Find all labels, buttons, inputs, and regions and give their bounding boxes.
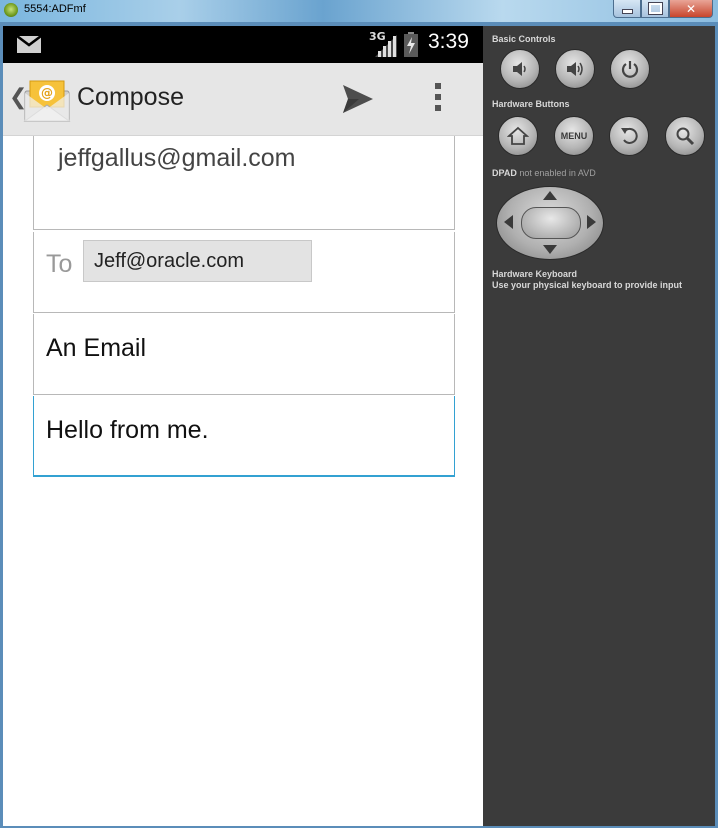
subject-text: An Email <box>46 334 147 362</box>
home-button[interactable] <box>498 116 538 156</box>
search-icon <box>676 127 695 146</box>
to-label: To <box>46 250 73 278</box>
battery-icon <box>404 32 418 57</box>
menu-button[interactable]: MENU <box>554 116 594 156</box>
dpad-center-button[interactable] <box>521 207 581 239</box>
volume-up-button[interactable] <box>555 49 595 89</box>
dpad-label: DPAD <box>492 168 517 178</box>
dpad-up-icon[interactable] <box>543 191 557 200</box>
dpad-title: DPAD not enabled in AVD <box>492 168 596 178</box>
android-app-icon <box>4 3 18 17</box>
dpad-right-icon[interactable] <box>587 215 596 229</box>
subject-field[interactable]: An Email <box>33 314 455 395</box>
back-button[interactable] <box>609 116 649 156</box>
basic-controls-title: Basic Controls <box>492 34 556 44</box>
power-icon <box>621 61 639 78</box>
dpad-note: not enabled in AVD <box>519 168 596 178</box>
overflow-dot <box>435 94 441 100</box>
overflow-dot <box>435 83 441 89</box>
hardware-buttons-title: Hardware Buttons <box>492 99 570 109</box>
from-address: jeffgallus@gmail.com <box>58 144 296 172</box>
signal-icon <box>375 35 397 57</box>
field-underline <box>34 229 454 230</box>
status-bar: 3G 3:39 <box>3 26 483 63</box>
search-button[interactable] <box>665 116 705 156</box>
window-title-bar[interactable]: 5554:ADFmf ✕ <box>0 0 718 22</box>
svg-text:@: @ <box>41 86 53 100</box>
field-underline-focused <box>34 475 454 477</box>
action-bar: ❮ @ Compose <box>3 63 483 136</box>
dpad-left-icon[interactable] <box>504 215 513 229</box>
close-icon: ✕ <box>685 1 697 16</box>
power-button[interactable] <box>610 49 650 89</box>
minimize-button[interactable] <box>613 0 641 18</box>
back-arrow-icon <box>621 127 638 144</box>
home-icon <box>507 126 529 145</box>
overflow-menu-icon[interactable] <box>433 83 443 117</box>
volume-down-button[interactable] <box>500 49 540 89</box>
field-underline <box>34 394 454 395</box>
email-app-icon[interactable]: @ <box>23 77 71 123</box>
dpad[interactable] <box>496 186 604 260</box>
volume-up-icon <box>567 62 583 76</box>
status-clock: 3:39 <box>428 30 469 53</box>
body-field[interactable]: Hello from me. <box>33 396 455 477</box>
device-screen: 3G 3:39 ❮ @ Compose jeffgallus@gmail.com… <box>3 26 483 826</box>
from-account-selector[interactable]: jeffgallus@gmail.com <box>33 136 455 230</box>
overflow-dot <box>435 105 441 111</box>
minimize-icon <box>621 9 633 14</box>
emulator-control-panel: Basic Controls Hardware Buttons MENU DPA… <box>483 26 715 826</box>
body-text: Hello from me. <box>46 416 209 444</box>
menu-label: MENU <box>560 131 588 141</box>
field-underline <box>34 312 454 313</box>
recipient-chip[interactable]: Jeff@oracle.com <box>83 240 312 282</box>
close-button[interactable]: ✕ <box>669 0 713 18</box>
gmail-icon <box>17 36 41 53</box>
screen-title: Compose <box>77 83 184 111</box>
dpad-down-icon[interactable] <box>543 245 557 254</box>
window-title: 5554:ADFmf <box>24 3 86 15</box>
maximize-icon <box>647 2 663 15</box>
to-field[interactable]: To Jeff@oracle.com <box>33 232 455 313</box>
send-icon[interactable] <box>341 83 375 115</box>
recipient-chip-text: Jeff@oracle.com <box>94 250 244 272</box>
window-controls: ✕ <box>613 0 713 18</box>
keyboard-note: Use your physical keyboard to provide in… <box>492 280 683 290</box>
keyboard-title: Hardware Keyboard <box>492 269 578 279</box>
volume-down-icon <box>513 62 526 76</box>
maximize-button[interactable] <box>641 0 669 18</box>
